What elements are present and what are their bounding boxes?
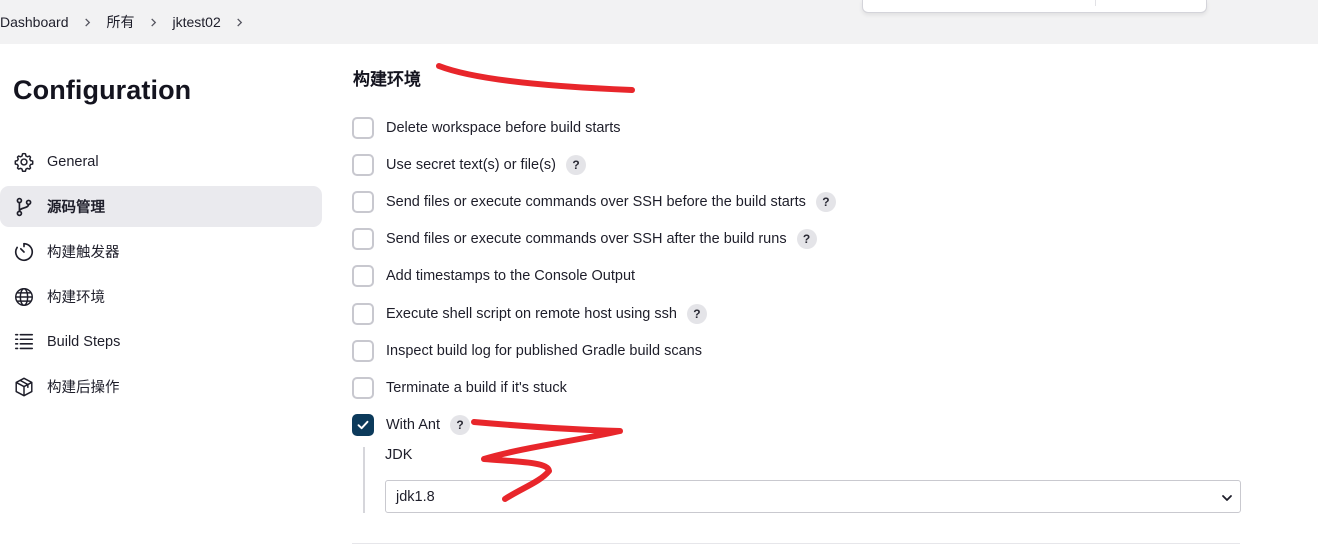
sidebar-item-label: 构建后操作 [47,380,120,396]
option-label[interactable]: Execute shell script on remote host usin… [386,306,677,322]
sidebar-item-label: 源码管理 [47,200,105,216]
option-label[interactable]: Send files or execute commands over SSH … [386,194,806,210]
sidebar-item-label: 构建触发器 [47,245,120,261]
list-icon [13,331,35,353]
sidebar-item-label: 构建环境 [47,290,105,306]
section-title: 构建环境 [353,70,421,89]
page-title: Configuration [13,75,192,105]
checkbox[interactable] [352,228,374,250]
checkbox-checked[interactable] [352,414,374,436]
gear-icon [13,151,35,173]
option-ssh-before: Send files or execute commands over SSH … [352,189,836,215]
breadcrumb: Dashboard 所有 jktest02 [0,0,259,44]
chevron-right-icon [135,17,173,27]
checkbox[interactable] [352,117,374,139]
option-label[interactable]: Terminate a build if it's stuck [386,380,567,396]
sidebar-item-scm[interactable]: 源码管理 [0,186,322,227]
jdk-label: JDK [385,447,413,463]
help-icon[interactable]: ? [686,304,707,324]
check-icon [357,420,369,430]
timer-icon [13,241,35,263]
package-icon [13,376,35,398]
option-terminate-stuck: Terminate a build if it's stuck [352,375,567,401]
sidebar-item-build-env[interactable]: 构建环境 [0,276,322,317]
option-secret-text: Use secret text(s) or file(s) ? [352,152,586,178]
checkbox[interactable] [352,154,374,176]
option-ssh-after: Send files or execute commands over SSH … [352,226,817,252]
breadcrumb-job[interactable]: jktest02 [173,14,221,30]
checkbox[interactable] [352,191,374,213]
sidebar: Configuration General 源码管理 构建触发器 构建环境 Bu… [0,44,330,558]
sidebar-item-general[interactable]: General [0,141,322,182]
checkbox[interactable] [352,377,374,399]
option-label[interactable]: Add timestamps to the Console Output [386,268,635,284]
option-label[interactable]: Inspect build log for published Gradle b… [386,343,702,359]
option-delete-workspace: Delete workspace before build starts [352,115,621,141]
branch-icon [13,196,35,218]
sidebar-item-build-steps[interactable]: Build Steps [0,321,322,362]
option-with-ant: With Ant ? [352,412,470,438]
jdk-select-value: jdk1.8 [396,488,435,505]
help-icon[interactable]: ? [796,229,817,249]
help-icon[interactable]: ? [566,155,586,175]
checkbox[interactable] [352,340,374,362]
option-label[interactable]: Send files or execute commands over SSH … [386,231,787,247]
sidebar-item-label: Build Steps [47,333,121,350]
sidebar-nav: General 源码管理 构建触发器 构建环境 Build Steps 构建后操… [0,141,322,411]
option-label[interactable]: Use secret text(s) or file(s) [386,157,556,173]
help-icon[interactable]: ? [815,192,836,212]
chevron-right-icon [69,17,107,27]
sidebar-item-label: General [47,153,99,170]
option-gradle-scans: Inspect build log for published Gradle b… [352,338,702,364]
chevron-right-icon[interactable] [221,17,259,27]
section-divider [352,543,1240,544]
chevron-down-icon [1221,492,1233,504]
main-content: 构建环境 Delete workspace before build start… [352,44,1252,558]
option-timestamps: Add timestamps to the Console Output [352,263,635,289]
breadcrumb-bar: Dashboard 所有 jktest02 [0,0,1318,44]
sidebar-item-post-build[interactable]: 构建后操作 [0,366,322,407]
breadcrumb-all[interactable]: 所有 [107,12,135,32]
option-label[interactable]: With Ant [386,417,440,433]
globe-icon [13,286,35,308]
option-remote-shell: Execute shell script on remote host usin… [352,301,707,327]
checkbox[interactable] [352,303,374,325]
dropdown-popup [862,0,1207,13]
help-icon[interactable]: ? [450,415,470,435]
checkbox[interactable] [352,265,374,287]
sidebar-item-triggers[interactable]: 构建触发器 [0,231,322,272]
breadcrumb-dashboard[interactable]: Dashboard [0,14,69,30]
jdk-select[interactable]: jdk1.8 [385,480,1241,513]
option-label[interactable]: Delete workspace before build starts [386,120,621,136]
nested-indent-line [363,447,365,513]
